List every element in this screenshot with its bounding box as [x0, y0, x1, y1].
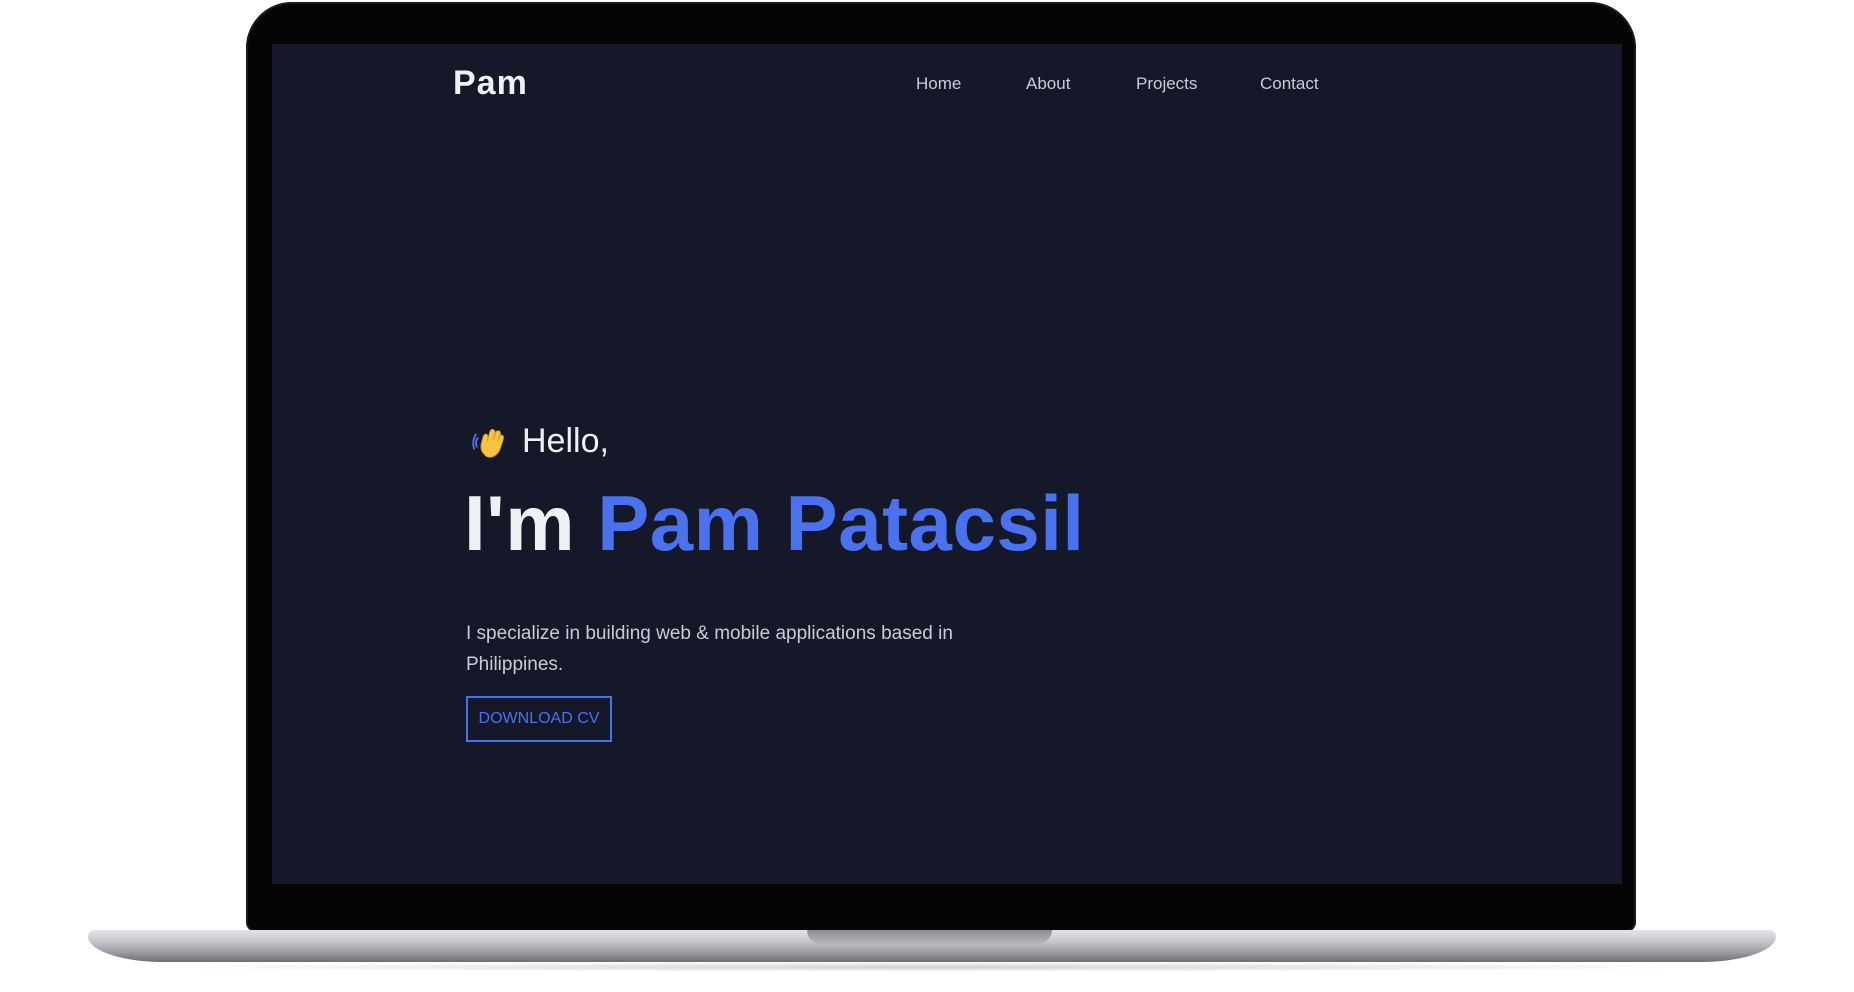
- hero-intro: I'm: [464, 479, 576, 567]
- laptop-hinge-notch: [807, 930, 1052, 944]
- greeting-text: Hello,: [522, 422, 609, 460]
- nav-contact-link[interactable]: Contact: [1260, 74, 1319, 94]
- nav-about-link[interactable]: About: [1026, 74, 1070, 94]
- laptop-screen: Pam Home About Projects Contact Hello, I…: [272, 44, 1622, 884]
- laptop-shadow: [120, 962, 1744, 972]
- hero-headline: I'm Pam Patacsil: [464, 478, 1085, 569]
- main-nav: Home About Projects Contact: [272, 74, 1622, 104]
- hero-name: Pam Patacsil: [597, 479, 1085, 567]
- hero-bio: I specialize in building web & mobile ap…: [466, 623, 953, 675]
- nav-home-link[interactable]: Home: [916, 74, 961, 94]
- download-cv-button[interactable]: DOWNLOAD CV: [466, 696, 612, 742]
- greeting: Hello,: [472, 422, 609, 461]
- nav-projects-link[interactable]: Projects: [1136, 74, 1197, 94]
- laptop-mockup: Pam Home About Projects Contact Hello, I…: [0, 0, 1854, 992]
- waving-hand-icon: [472, 428, 504, 458]
